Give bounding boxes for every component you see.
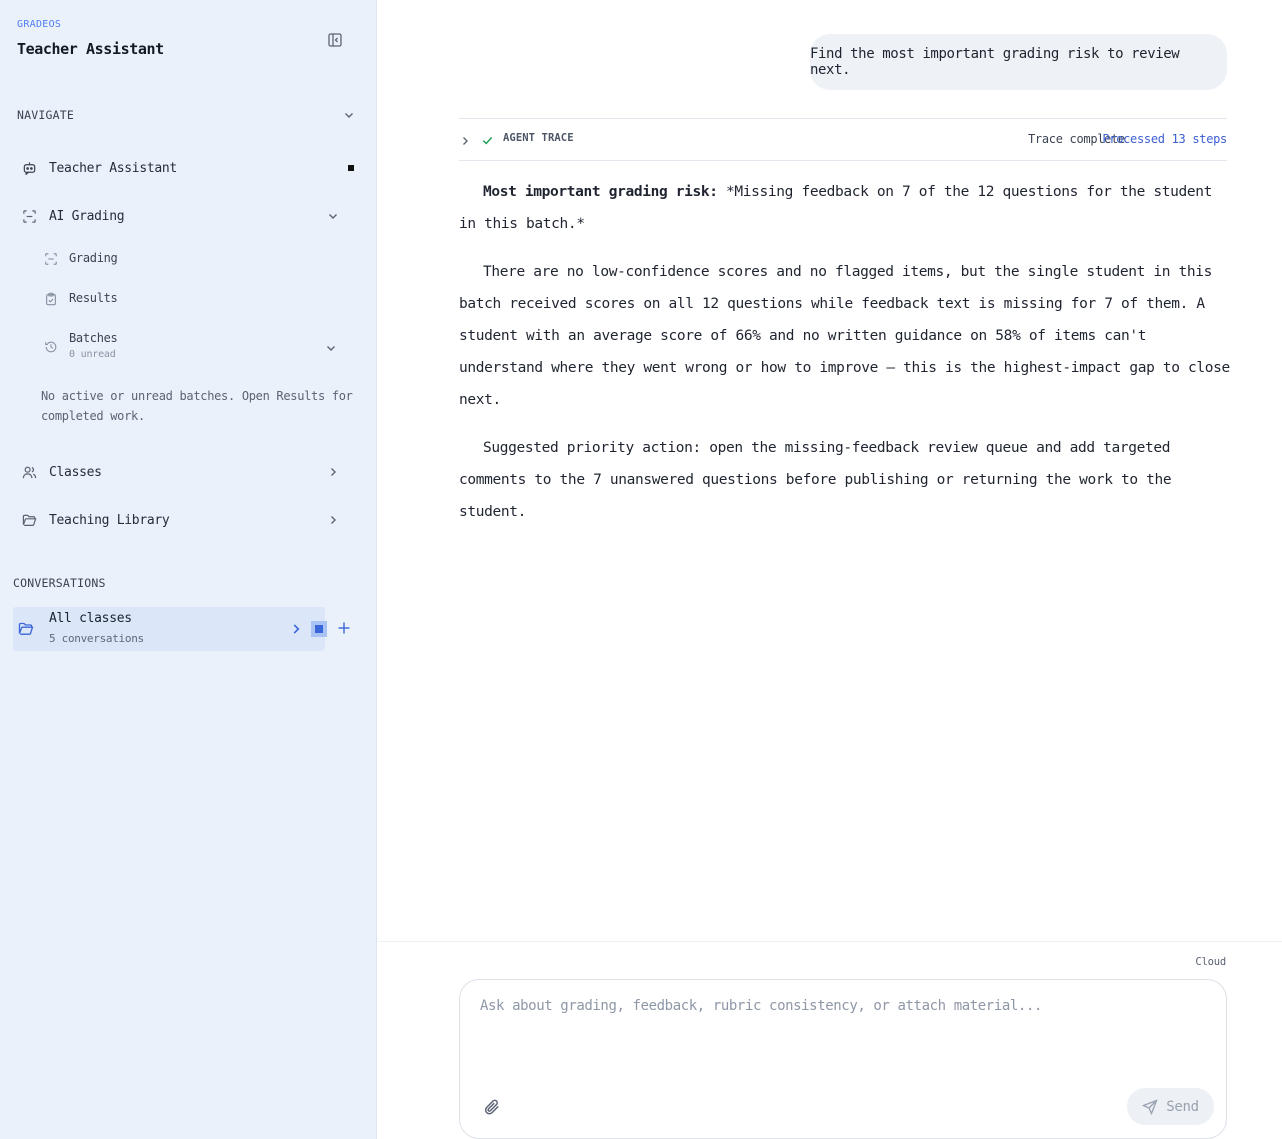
conversation-title: All classes xyxy=(49,611,132,626)
chevron-right-icon[interactable] xyxy=(289,621,305,637)
user-message-text: Find the most important grading risk to … xyxy=(810,46,1180,78)
attach-paperclip-icon[interactable] xyxy=(483,1098,503,1118)
clipboard-check-icon xyxy=(43,291,58,306)
batches-empty-message: No active or unread batches. Open Result… xyxy=(41,389,353,423)
new-conversation-plus-icon[interactable] xyxy=(336,620,352,636)
send-label: Send xyxy=(1166,1098,1199,1115)
navigate-section-label: NAVIGATE xyxy=(17,108,74,122)
nav-item-ai-grading[interactable]: AI Grading xyxy=(13,198,363,234)
nav-subitem-label: Grading xyxy=(69,251,118,265)
users-icon xyxy=(21,464,37,480)
check-icon xyxy=(481,132,495,146)
answer-paragraph: Most important grading risk: *Missing fe… xyxy=(459,176,1231,240)
nav-subitem-label: Batches xyxy=(69,331,118,345)
composer-area: Cloud Send xyxy=(378,941,1282,1139)
folder-open-icon xyxy=(18,621,34,637)
scan-icon xyxy=(43,251,58,266)
history-icon xyxy=(43,339,58,354)
chevron-right-icon xyxy=(325,464,341,480)
answer-paragraph: Suggested priority action: open the miss… xyxy=(459,440,1172,520)
sidebar-panel-icon xyxy=(328,33,342,47)
unread-count: 0 unread xyxy=(69,349,116,360)
nav-subitem-label: Results xyxy=(69,291,118,305)
sidebar: GRADEOS Teacher Assistant NAVIGATE Teach… xyxy=(0,0,377,1139)
chevron-down-icon xyxy=(345,113,353,118)
nav-item-label: Teaching Library xyxy=(49,512,170,528)
nav-item-label: Classes xyxy=(49,464,102,480)
message-input[interactable] xyxy=(480,998,1200,1068)
conversations-section-label: CONVERSATIONS xyxy=(13,576,106,590)
send-button[interactable]: Send xyxy=(1127,1088,1214,1125)
nav-item-label: Teacher Assistant xyxy=(49,160,177,176)
collapse-sidebar-button[interactable] xyxy=(326,31,344,49)
select-checkbox[interactable] xyxy=(311,621,327,637)
chevron-right-icon xyxy=(459,132,473,146)
chevron-right-icon xyxy=(325,512,341,528)
send-icon xyxy=(1142,1098,1158,1115)
nav-subitem-batches[interactable]: Batches 0 unread xyxy=(33,323,353,367)
assistant-answer: Most important grading risk: *Missing fe… xyxy=(459,176,1231,544)
conversation-folder-all-classes[interactable]: All classes 5 conversations xyxy=(13,607,327,651)
nav-item-teaching-library[interactable]: Teaching Library xyxy=(13,502,363,538)
conversation-count: 5 conversations xyxy=(49,632,144,645)
agent-trace-toggle[interactable]: AGENT TRACE Trace complete Processed 13 … xyxy=(459,118,1227,161)
folder-open-icon xyxy=(21,512,37,528)
chevron-down-icon[interactable] xyxy=(325,339,339,353)
agent-trace-label: AGENT TRACE xyxy=(503,132,574,144)
answer-heading: Most important grading risk: xyxy=(483,184,718,200)
nav-subitem-results[interactable]: Results xyxy=(33,283,353,315)
nav-item-teacher-assistant[interactable]: Teacher Assistant xyxy=(13,150,363,186)
active-indicator xyxy=(348,165,354,171)
composer: Send xyxy=(459,979,1227,1139)
bot-message-icon xyxy=(21,160,37,176)
scan-icon xyxy=(21,208,37,224)
brand-eyebrow: GRADEOS xyxy=(17,19,62,30)
nav-item-label: AI Grading xyxy=(49,208,125,224)
chevron-down-icon xyxy=(325,208,341,224)
nav-item-classes[interactable]: Classes xyxy=(13,454,363,490)
model-mode-label[interactable]: Cloud xyxy=(1195,956,1226,968)
user-message-bubble: Find the most important grading risk to … xyxy=(810,34,1227,90)
navigate-collapse-toggle[interactable] xyxy=(340,106,358,124)
trace-steps-count: Processed 13 steps xyxy=(1102,132,1227,146)
nav-subitem-grading[interactable]: Grading xyxy=(33,243,353,275)
brand-title: Teacher Assistant xyxy=(17,40,164,58)
chat-panel: Find the most important grading risk to … xyxy=(378,0,1282,1139)
answer-paragraph: There are no low-confidence scores and n… xyxy=(459,264,1230,408)
